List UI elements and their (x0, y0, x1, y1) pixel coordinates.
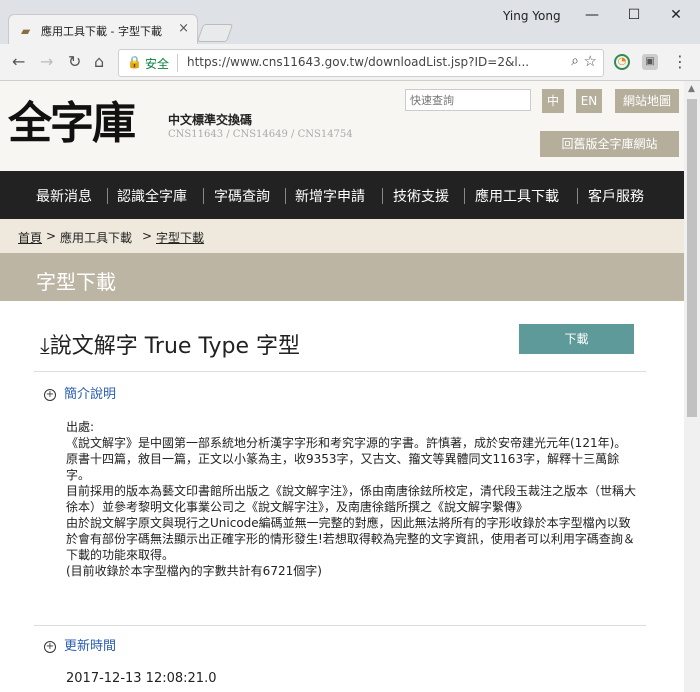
browser-toolbar: ← → ↻ ⌂ 🔒 安全 https://www.cns11643.gov.tw… (0, 44, 700, 81)
lang-en-button[interactable]: EN (576, 89, 602, 113)
home-icon[interactable]: ⌂ (94, 52, 104, 71)
bookmark-star-icon[interactable]: ☆ (584, 52, 597, 70)
nav-item-code-search[interactable]: 字碼查詢 (214, 186, 270, 206)
nav-item-news[interactable]: 最新消息 (36, 186, 92, 206)
desc-paragraph: 《說文解字》是中國第一部系統地分析漢字字形和考究字源的字書。許慎著，成於安帝建光… (66, 436, 627, 482)
url-text[interactable]: https://www.cns11643.gov.tw/downloadList… (187, 55, 557, 69)
sitemap-button[interactable]: 網站地圖 (615, 89, 679, 113)
nav-item-downloads[interactable]: 應用工具下載 (475, 186, 559, 206)
nav-item-tech-support[interactable]: 技術支援 (393, 186, 449, 206)
intro-description: 出處: 《說文解字》是中國第一部系統地分析漢字字形和考究字源的字書。許慎著，成於… (66, 419, 636, 579)
breadcrumb-downloads[interactable]: 應用工具下載 (60, 229, 132, 246)
nav-item-about[interactable]: 認識全字庫 (117, 186, 187, 206)
logo-subtitle: 中文標準交換碼 (168, 113, 253, 127)
forward-arrow-icon[interactable]: → (40, 52, 53, 71)
scrollbar-thumb[interactable] (687, 99, 697, 417)
nav-divider (107, 188, 108, 204)
breadcrumb-home[interactable]: 首頁 (18, 229, 42, 246)
update-heading: 更新時間 (64, 639, 117, 654)
nav-divider (382, 188, 383, 204)
page-title-bar: 字型下載 (0, 253, 684, 301)
site-logo[interactable]: 全字庫 (8, 87, 136, 151)
quick-search-input[interactable] (405, 89, 531, 111)
minimize-button[interactable]: — (572, 4, 612, 26)
nav-divider (285, 188, 286, 204)
intro-heading: 簡介說明 (64, 387, 117, 402)
tab-title: 應用工具下載 - 字型下載 (41, 25, 162, 38)
extension-circle-icon[interactable]: ◔ (614, 54, 630, 70)
page-viewport: 全字庫 中文標準交換碼 CNS11643 / CNS14649 / CNS147… (0, 81, 684, 692)
item-title-text: 說文解字 True Type 字型 (49, 334, 300, 359)
divider (34, 625, 646, 626)
intro-section-toggle[interactable]: + 簡介說明 (44, 383, 116, 402)
download-icon: ⤓ (40, 334, 50, 359)
page-scrollbar[interactable]: ▲ (684, 81, 700, 692)
new-tab-button[interactable] (196, 24, 234, 42)
folder-icon: ▰ (21, 24, 31, 38)
reload-icon[interactable]: ↻ (68, 52, 81, 71)
breadcrumb-current[interactable]: 字型下載 (156, 229, 204, 246)
plus-circle-icon: + (44, 640, 56, 653)
secure-label: 安全 (145, 57, 170, 71)
lang-zh-button[interactable]: 中 (542, 89, 564, 113)
scroll-up-arrow-icon[interactable]: ▲ (688, 84, 695, 94)
site-header: 全字庫 中文標準交換碼 CNS11643 / CNS14649 / CNS147… (0, 81, 684, 171)
page-title: 字型下載 (36, 270, 116, 294)
nav-divider (577, 188, 578, 204)
item-title: ⤓說文解字 True Type 字型 (40, 328, 300, 360)
nav-item-new-char[interactable]: 新增字申請 (295, 186, 365, 206)
tab-close-icon[interactable]: × (178, 21, 189, 36)
menu-dots-icon[interactable]: ⋮ (672, 52, 688, 71)
nav-divider (464, 188, 465, 204)
desc-source-label: 出處: (66, 420, 95, 434)
desc-paragraph: 由於說文解字原文與現行之Unicode編碼並無一完整的對應，因此無法將所有的字形… (66, 516, 635, 562)
desc-paragraph: 目前採用的版本為藝文印書館所出版之《說文解字注》，係由南唐徐鉉所校定，清代段玉裁… (66, 484, 637, 514)
update-time-value: 2017-12-13 12:08:21.0 (66, 671, 217, 686)
logo-standard-codes: CNS11643 / CNS14649 / CNS14754 (168, 129, 353, 140)
breadcrumb: 首頁 > 應用工具下載 > 字型下載 (0, 219, 684, 253)
old-site-button[interactable]: 回舊版全字庫網站 (540, 131, 679, 157)
lock-icon: 🔒 (127, 55, 142, 69)
browser-tab-active[interactable]: ▰ 應用工具下載 - 字型下載 × (8, 14, 198, 45)
update-section-toggle[interactable]: + 更新時間 (44, 635, 116, 654)
download-button[interactable]: 下載 (519, 324, 634, 354)
nav-divider (203, 188, 204, 204)
back-arrow-icon[interactable]: ← (12, 52, 25, 71)
close-window-button[interactable]: ✕ (656, 4, 696, 26)
address-divider (177, 54, 178, 72)
breadcrumb-separator: > (46, 229, 57, 243)
profile-name[interactable]: Ying Yong (503, 9, 561, 23)
nav-item-customer-service[interactable]: 客戶服務 (588, 186, 644, 206)
address-bar[interactable]: 🔒 安全 https://www.cns11643.gov.tw/downloa… (118, 49, 604, 77)
maximize-button[interactable]: ☐ (614, 4, 654, 26)
search-icon[interactable]: ⌕ (571, 53, 579, 69)
divider (34, 371, 646, 372)
plus-circle-icon: + (44, 388, 56, 401)
breadcrumb-separator: > (142, 229, 153, 243)
browser-tabstrip: ▰ 應用工具下載 - 字型下載 × Ying Yong — ☐ ✕ (0, 0, 700, 45)
desc-count: (目前收錄於本字型檔內的字數共計有6721個字) (66, 564, 322, 578)
extension-square-icon[interactable]: ▣ (642, 54, 658, 70)
main-navigation: 最新消息 認識全字庫 字碼查詢 新增字申請 技術支援 應用工具下載 客戶服務 (0, 171, 684, 219)
